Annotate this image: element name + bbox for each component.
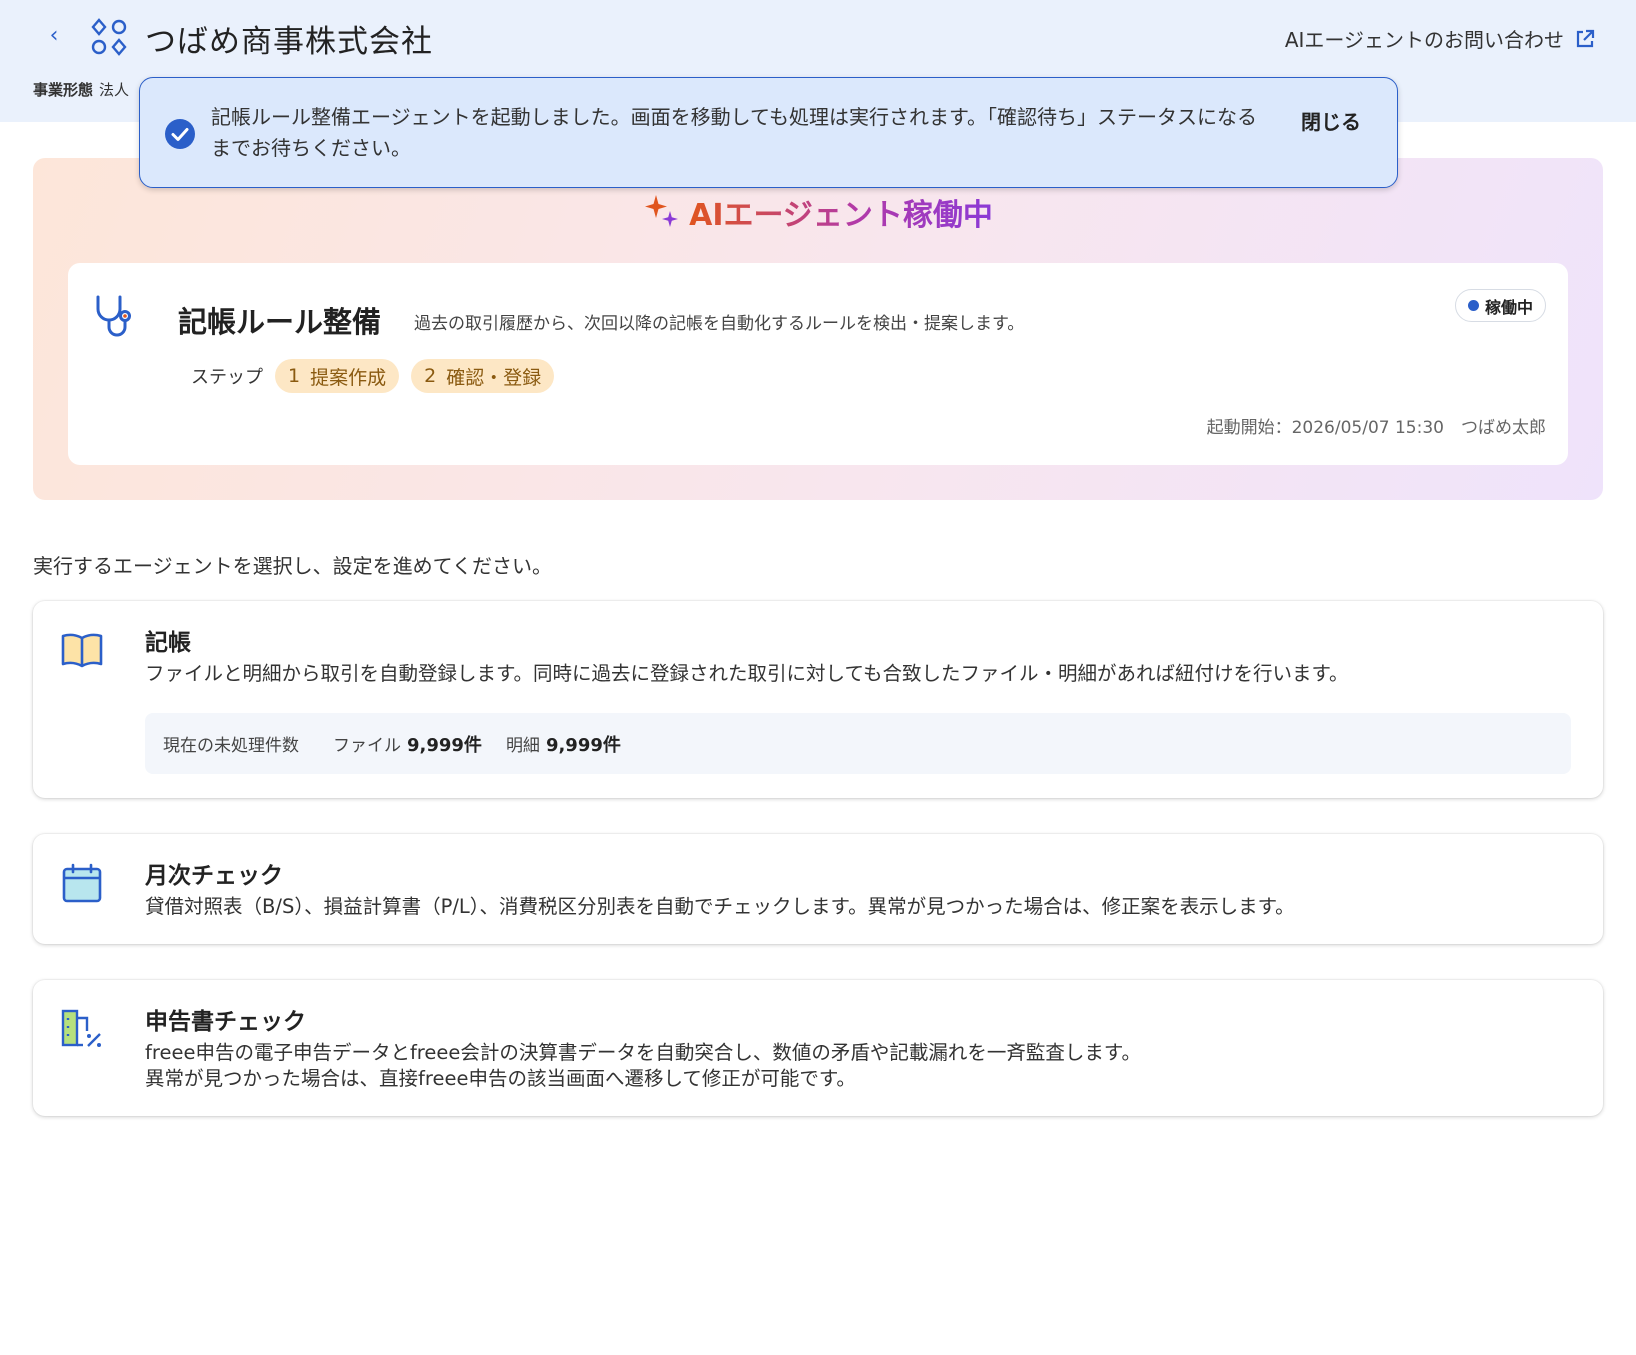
started-at: 起動開始：2026/05/07 15:30 つばめ太郎 <box>1206 418 1546 438</box>
option-description: 貸借対照表（B/S）、損益計算書（P/L）、消費税区分別表を自動でチェックします… <box>145 895 1295 918</box>
step-number: 1 <box>288 365 301 387</box>
check-circle-icon <box>165 119 195 149</box>
step-number: 2 <box>424 365 437 387</box>
toast-message: 記帳ルール整備エージェントを起動しました。画面を移動しても処理は実行されます。「… <box>211 105 1257 160</box>
tax-document-icon <box>61 1009 101 1047</box>
success-toast: 記帳ルール整備エージェントを起動しました。画面を移動しても処理は実行されます。「… <box>139 77 1398 188</box>
business-type-value: 法人 <box>99 81 130 99</box>
active-agent-panel: AIエージェント稼働中 記帳ルール整備 過去の取引履歴から、次回以降の記帳を自動… <box>33 158 1603 500</box>
contact-link-label: AIエージェントのお問い合わせ <box>1284 28 1564 52</box>
pending-count-box: 現在の未処理件数 ファイル 9,999件 明細 9,999件 <box>145 713 1571 774</box>
agent-description: 過去の取引履歴から、次回以降の記帳を自動化するルールを検出・提案します。 <box>414 314 1025 334</box>
option-description-line1: freee申告の電子申告データとfreee会計の決算書データを自動突合し、数値の… <box>145 1041 1141 1064</box>
book-icon <box>61 633 103 668</box>
stethoscope-icon <box>96 295 131 337</box>
sparkle-icon <box>645 195 679 227</box>
pending-label: 現在の未処理件数 <box>163 736 299 756</box>
pending-statement-count: 9,999件 <box>545 734 621 756</box>
calendar-icon <box>62 863 102 903</box>
step-pill: 1 提案作成 <box>275 359 400 393</box>
option-title: 記帳 <box>145 630 191 656</box>
option-title: 申告書チェック <box>145 1009 306 1035</box>
agent-option-bookkeeping[interactable]: 記帳 ファイルと明細から取引を自動登録します。同時に過去に登録された取引に対して… <box>33 601 1603 798</box>
toast-close-button[interactable]: 閉じる <box>1301 106 1361 135</box>
app-grid-icon <box>91 18 127 56</box>
agent-option-monthly-check[interactable]: 月次チェック 貸借対照表（B/S）、損益計算書（P/L）、消費税区分別表を自動で… <box>33 834 1603 944</box>
business-type: 事業形態 法人 <box>33 79 129 100</box>
status-dot <box>1467 300 1479 311</box>
agent-name: 記帳ルール整備 <box>178 305 382 339</box>
option-description-line2: 異常が見つかった場合は、直接freee申告の該当画面へ遷移して修正が可能です。 <box>145 1067 856 1090</box>
step-pill: 2 確認・登録 <box>411 359 555 393</box>
active-panel-title: AIエージェント稼働中 <box>33 190 1603 234</box>
external-link-icon <box>1576 29 1595 47</box>
pending-statement-label: 明細 <box>505 736 540 756</box>
steps-row: ステップ 1 提案作成 2 確認・登録 <box>191 359 555 393</box>
option-title: 月次チェック <box>145 863 283 889</box>
step-label: 確認・登録 <box>446 366 542 389</box>
active-panel-title-text: AIエージェント稼働中 <box>689 198 993 233</box>
instruction-text: 実行するエージェントを選択し、設定を進めてください。 <box>33 554 552 578</box>
steps-label: ステップ <box>191 367 263 388</box>
status-label: 稼働中 <box>1484 297 1533 317</box>
chevron-left-icon[interactable]: ‹ <box>42 24 66 48</box>
company-name: つばめ商事株式会社 <box>145 24 433 60</box>
running-agent-card: 記帳ルール整備 過去の取引履歴から、次回以降の記帳を自動化するルールを検出・提案… <box>68 263 1568 465</box>
business-type-label: 事業形態 <box>33 81 94 99</box>
contact-link[interactable]: AIエージェントのお問い合わせ <box>1285 24 1596 53</box>
agent-option-tax-return-check[interactable]: 申告書チェック freee申告の電子申告データとfreee会計の決算書データを自… <box>33 980 1603 1116</box>
pending-file-label: ファイル <box>333 736 401 756</box>
status-badge: 稼働中 <box>1454 289 1546 322</box>
option-description: ファイルと明細から取引を自動登録します。同時に過去に登録された取引に対しても合致… <box>145 662 1349 685</box>
pending-file-count: 9,999件 <box>407 734 482 756</box>
step-label: 提案作成 <box>310 366 387 389</box>
